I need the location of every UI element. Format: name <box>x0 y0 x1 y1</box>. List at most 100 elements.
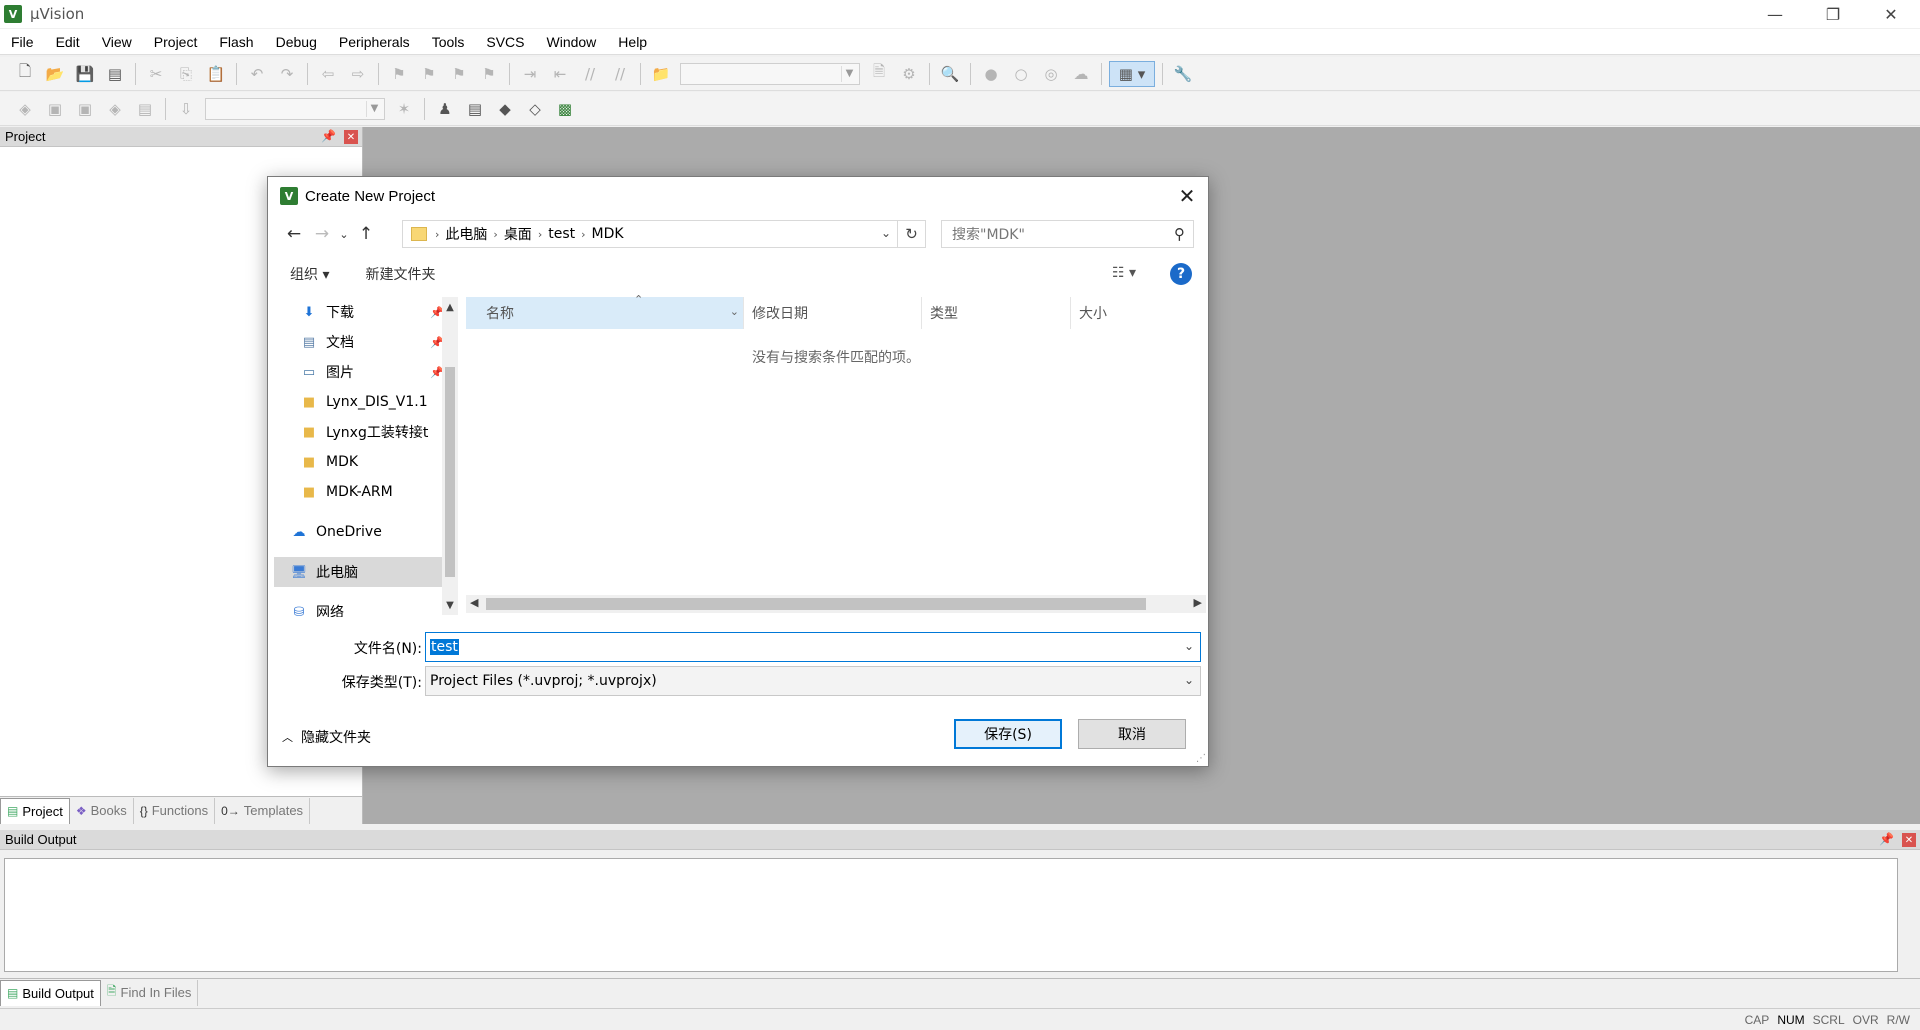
find-icon[interactable]: 🗎 <box>866 61 892 87</box>
batch-build-icon[interactable]: ◈ <box>102 96 128 122</box>
scroll-down-icon[interactable]: ▼ <box>442 597 458 613</box>
resize-grip-icon[interactable]: ⋰ <box>1196 753 1206 764</box>
cancel-button[interactable]: 取消 <box>1078 719 1186 749</box>
breakpoint-kill-icon[interactable]: ☁ <box>1068 61 1094 87</box>
breadcrumb-desktop[interactable]: 桌面 <box>504 224 532 244</box>
configure-wrench-icon[interactable]: 🔧 <box>1170 61 1196 87</box>
nav-item-mdk[interactable]: ■ MDK <box>274 447 452 477</box>
view-options-icon[interactable]: ☷ ▾ <box>1112 265 1136 281</box>
download-load-icon[interactable]: ⇩ <box>173 96 199 122</box>
refresh-icon[interactable]: ↻ <box>897 221 925 247</box>
column-date-modified[interactable]: 修改日期 <box>744 297 922 329</box>
menu-window[interactable]: Window <box>536 34 608 50</box>
menu-svcs[interactable]: SVCS <box>475 34 535 50</box>
comment-icon[interactable]: // <box>577 61 603 87</box>
nav-pane-scrollbar[interactable]: ▲ ▼ <box>442 297 458 615</box>
help-icon[interactable]: ? <box>1170 263 1192 285</box>
organize-button[interactable]: 组织 ▾ <box>290 264 329 284</box>
open-file-icon[interactable]: 📂 <box>42 61 68 87</box>
nav-item-network[interactable]: ⛁ 网络 <box>274 597 452 618</box>
address-bar[interactable]: › 此电脑 › 桌面 › test › MDK ⌄ ↻ <box>402 220 926 248</box>
scroll-right-icon[interactable]: ▶ <box>1194 596 1202 609</box>
indent-icon[interactable]: ⇥ <box>517 61 543 87</box>
pack-installer-icon[interactable]: ◇ <box>522 96 548 122</box>
close-icon[interactable]: ✕ <box>1902 833 1916 847</box>
breadcrumb-test[interactable]: test <box>548 226 575 242</box>
menu-edit[interactable]: Edit <box>45 34 91 50</box>
column-size[interactable]: 大小 <box>1071 297 1181 329</box>
file-list-hscrollbar[interactable]: ◀ ▶ <box>466 595 1206 613</box>
restore-button[interactable]: ❐ <box>1804 0 1862 28</box>
chevron-down-icon[interactable]: ⌄ <box>1184 673 1194 687</box>
menu-debug[interactable]: Debug <box>265 34 328 50</box>
chevron-down-icon[interactable]: ⌄ <box>1184 639 1194 653</box>
recent-locations-icon[interactable]: ⌄ <box>336 220 352 248</box>
rebuild-icon[interactable]: ▣ <box>72 96 98 122</box>
nav-item-pictures[interactable]: ▭ 图片 📌 <box>274 357 452 387</box>
menu-help[interactable]: Help <box>607 34 658 50</box>
incremental-find-icon[interactable]: ⚙ <box>896 61 922 87</box>
redo-icon[interactable]: ↷ <box>274 61 300 87</box>
back-arrow-icon[interactable]: ← <box>280 220 308 248</box>
scrollbar-thumb[interactable] <box>486 598 1146 610</box>
menu-view[interactable]: View <box>91 34 143 50</box>
find-combo[interactable]: ▼ <box>680 62 860 85</box>
save-button[interactable]: 保存(S) <box>954 719 1062 749</box>
scrollbar-thumb[interactable] <box>445 367 455 577</box>
stop-build-icon[interactable]: ▤ <box>132 96 158 122</box>
save-icon[interactable]: 💾 <box>72 61 98 87</box>
window-layout-icon[interactable]: ▦ ▾ <box>1109 60 1155 87</box>
find-in-files-icon[interactable]: 📁 <box>648 61 674 87</box>
paste-icon[interactable]: 📋 <box>203 61 229 87</box>
nav-item-mdk-arm[interactable]: ■ MDK-ARM <box>274 477 452 507</box>
cube-icon[interactable]: ▩ <box>552 96 578 122</box>
menu-peripherals[interactable]: Peripherals <box>328 34 421 50</box>
filetype-select[interactable]: Project Files (*.uvproj; *.uvprojx) ⌄ <box>425 666 1201 696</box>
nav-back-icon[interactable]: ⇦ <box>315 61 341 87</box>
minimize-button[interactable]: — <box>1746 0 1804 28</box>
tab-build-output[interactable]: ▤ Build Output <box>0 979 101 1006</box>
translate-icon[interactable]: ◈ <box>12 96 38 122</box>
build-output-text-area[interactable] <box>4 858 1898 972</box>
scroll-left-icon[interactable]: ◀ <box>470 596 478 609</box>
hide-folders-toggle[interactable]: ︿ 隐藏文件夹 <box>282 727 371 747</box>
nav-item-lynx-dis[interactable]: ■ Lynx_DIS_V1.1 <box>274 387 452 417</box>
target-select-combo[interactable]: ▼ <box>205 97 385 120</box>
nav-item-documents[interactable]: ▤ 文档 📌 <box>274 327 452 357</box>
breadcrumb-mdk[interactable]: MDK <box>592 226 624 242</box>
save-all-icon[interactable]: ▤ <box>102 61 128 87</box>
breakpoint-enable-icon[interactable]: ○ <box>1008 61 1034 87</box>
menu-flash[interactable]: Flash <box>208 34 264 50</box>
manage-project-items-icon[interactable]: ♟ <box>432 96 458 122</box>
new-folder-button[interactable]: 新建文件夹 <box>365 264 435 284</box>
pin-icon[interactable]: 📌 <box>1879 832 1894 846</box>
tab-templates[interactable]: 0→ Templates <box>215 797 311 824</box>
tab-functions[interactable]: {} Functions <box>134 797 216 824</box>
close-window-button[interactable]: ✕ <box>1862 0 1920 28</box>
bookmark-prev-icon[interactable]: ⚑ <box>416 61 442 87</box>
breakpoint-disable-icon[interactable]: ◎ <box>1038 61 1064 87</box>
tab-books[interactable]: ❖ Books <box>70 797 134 824</box>
manage-runtime-icon[interactable]: ▤ <box>462 96 488 122</box>
tab-project[interactable]: ▤ Project <box>0 797 70 824</box>
column-type[interactable]: 类型 <box>922 297 1071 329</box>
bookmark-next-icon[interactable]: ⚑ <box>446 61 472 87</box>
cut-icon[interactable]: ✂ <box>143 61 169 87</box>
scroll-up-icon[interactable]: ▲ <box>442 299 458 315</box>
search-input[interactable]: 搜索"MDK" ⚲ <box>941 220 1194 248</box>
dialog-close-button[interactable]: ✕ <box>1174 183 1200 209</box>
tab-find-in-files[interactable]: 🗎 Find In Files <box>101 979 199 1006</box>
menu-project[interactable]: Project <box>143 34 209 50</box>
undo-icon[interactable]: ↶ <box>244 61 270 87</box>
up-arrow-icon[interactable]: ↑ <box>352 220 380 248</box>
bookmark-icon[interactable]: ⚑ <box>386 61 412 87</box>
nav-item-this-pc[interactable]: 🖥 此电脑 <box>274 557 452 587</box>
filename-input[interactable]: test ⌄ <box>425 632 1201 662</box>
nav-forward-icon[interactable]: ⇨ <box>345 61 371 87</box>
menu-tools[interactable]: Tools <box>421 34 476 50</box>
select-packs-icon[interactable]: ◆ <box>492 96 518 122</box>
uncomment-icon[interactable]: // <box>607 61 633 87</box>
breadcrumb-this-pc[interactable]: 此电脑 <box>445 224 487 244</box>
target-options-icon[interactable]: ✶ <box>391 96 417 122</box>
forward-arrow-icon[interactable]: → <box>308 220 336 248</box>
